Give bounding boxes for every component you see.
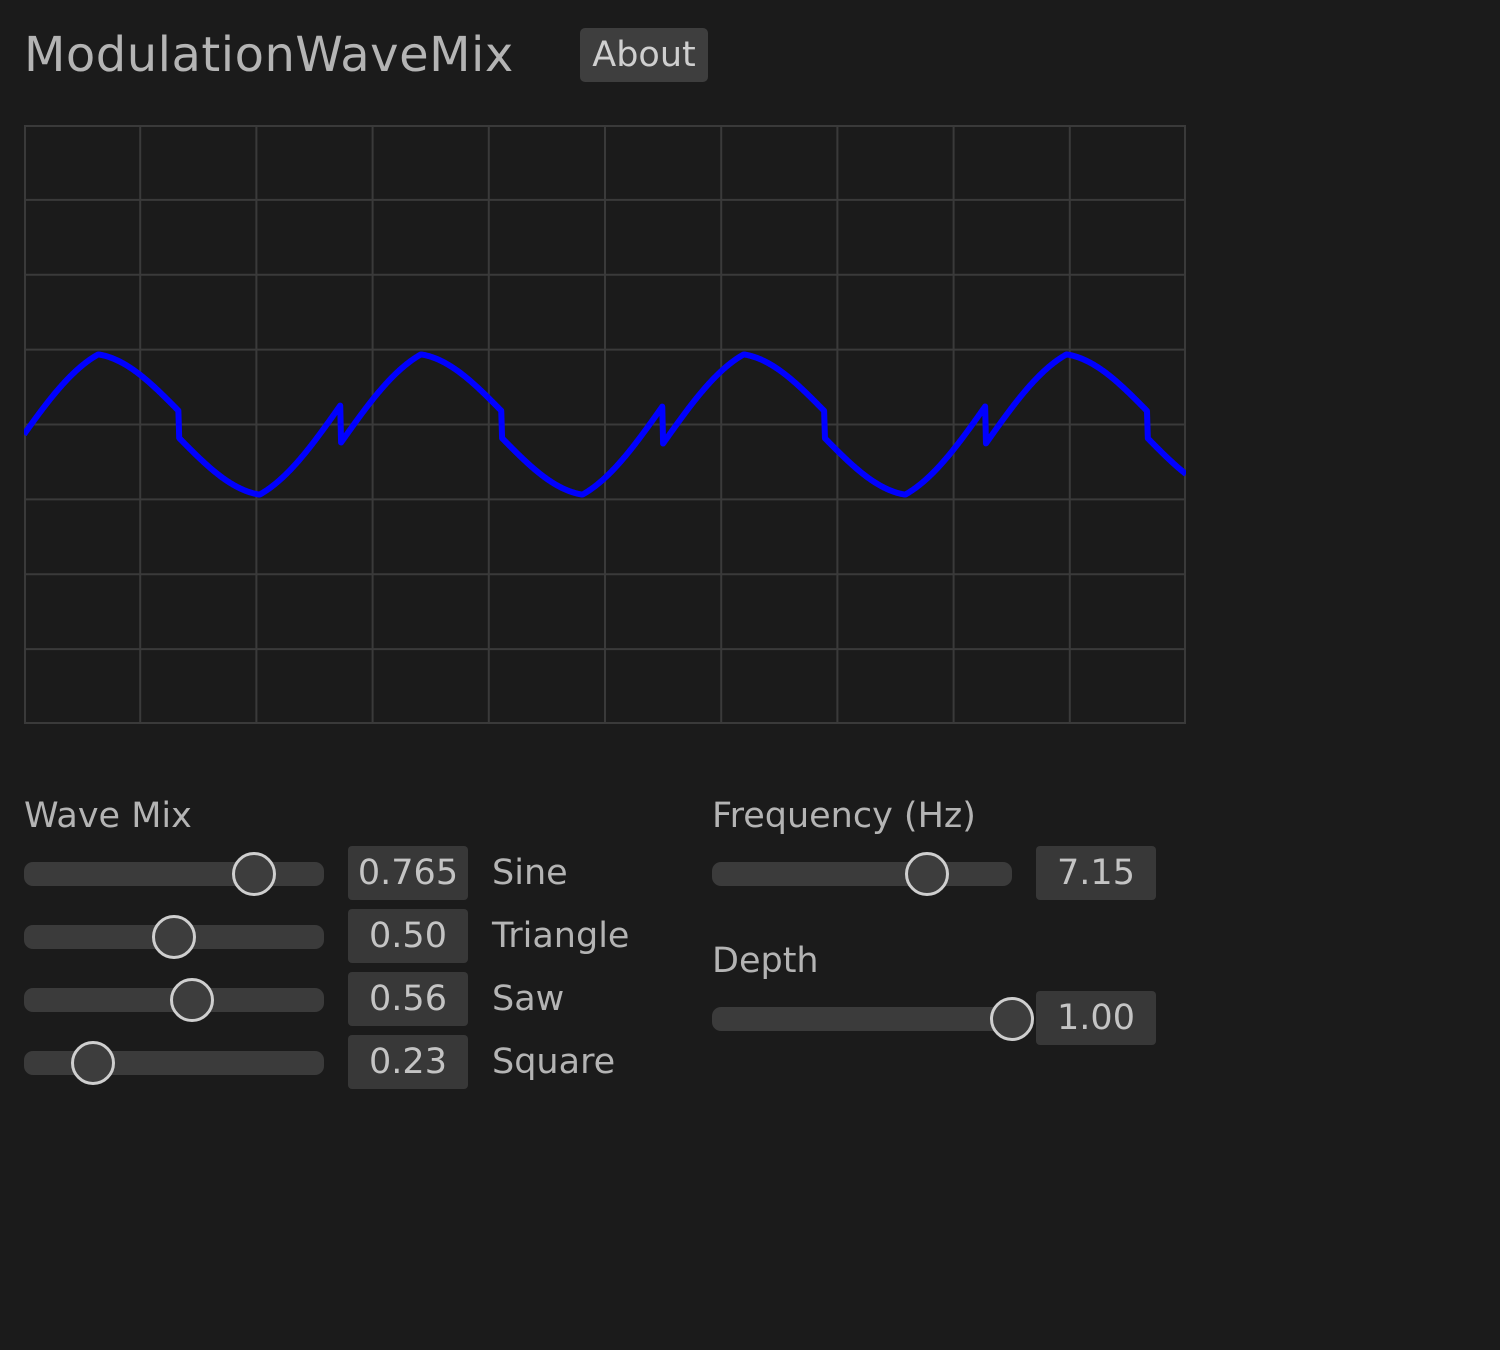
triangle-label: Triangle xyxy=(492,916,630,956)
saw-slider[interactable] xyxy=(24,978,324,1022)
square-slider[interactable] xyxy=(24,1041,324,1085)
sine-value-field[interactable]: 0.765 xyxy=(348,846,468,900)
modulation-wave-mix-app: ModulationWaveMix About Wave Mix 0.765 S… xyxy=(0,0,1500,1350)
square-label: Square xyxy=(492,1042,616,1082)
depth-slider[interactable] xyxy=(712,997,1034,1041)
square-value-field[interactable]: 0.23 xyxy=(348,1035,468,1089)
frequency-value-field[interactable]: 7.15 xyxy=(1036,846,1156,900)
wave-mix-label: Wave Mix xyxy=(24,796,192,836)
frequency-slider-thumb[interactable] xyxy=(904,852,949,896)
sine-label: Sine xyxy=(492,853,568,893)
frequency-slider[interactable] xyxy=(712,852,1012,896)
about-button[interactable]: About xyxy=(580,28,708,82)
sine-slider-thumb[interactable] xyxy=(231,852,276,896)
waveform-svg xyxy=(24,125,1186,724)
frequency-label: Frequency (Hz) xyxy=(712,796,976,836)
depth-value-field[interactable]: 1.00 xyxy=(1036,991,1156,1045)
saw-value-field[interactable]: 0.56 xyxy=(348,972,468,1026)
saw-slider-thumb[interactable] xyxy=(170,978,214,1022)
square-slider-thumb[interactable] xyxy=(71,1041,115,1085)
grid xyxy=(24,125,1186,724)
triangle-slider-thumb[interactable] xyxy=(152,915,196,959)
waveform-display xyxy=(24,125,1186,724)
app-title: ModulationWaveMix xyxy=(24,27,514,83)
triangle-value-field[interactable]: 0.50 xyxy=(348,909,468,963)
saw-label: Saw xyxy=(492,979,565,1019)
depth-slider-thumb[interactable] xyxy=(990,997,1034,1041)
triangle-slider[interactable] xyxy=(24,915,324,959)
sine-slider[interactable] xyxy=(24,852,324,896)
depth-label: Depth xyxy=(712,941,819,981)
